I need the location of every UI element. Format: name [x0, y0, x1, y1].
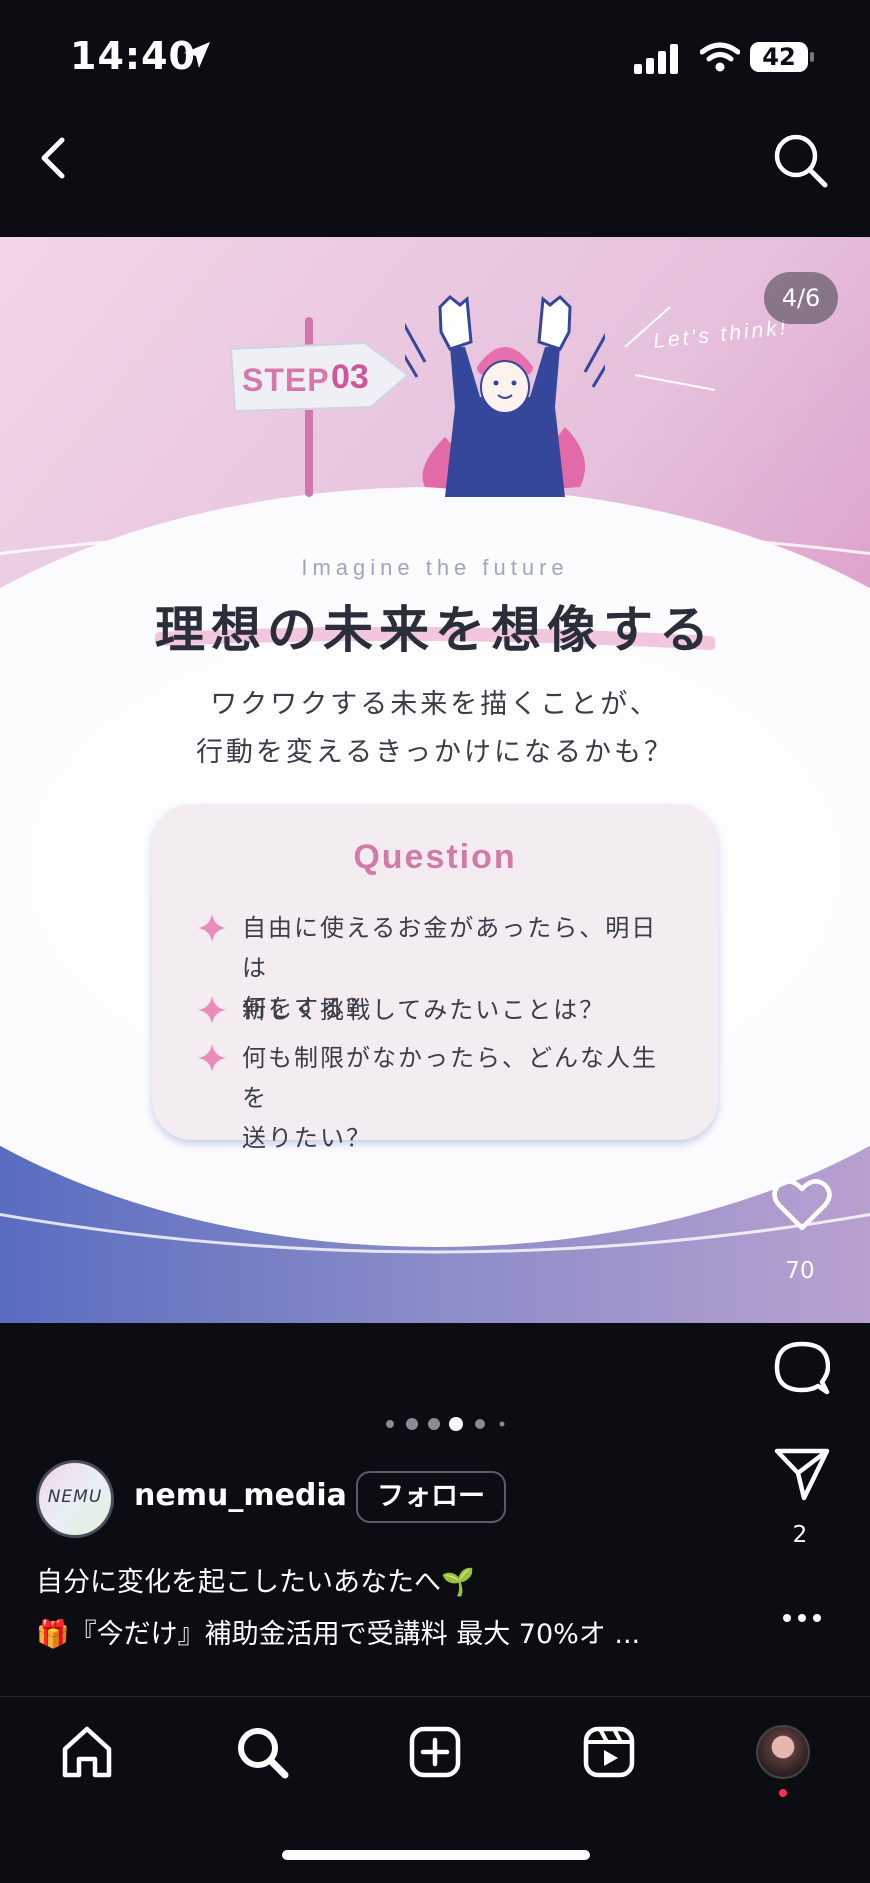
caption-line-1: 自分に変化を起こしたいあなたへ🌱: [36, 1567, 475, 1598]
plus-square-icon[interactable]: [408, 1725, 462, 1779]
avatar-logo-text: NEMU: [47, 1487, 103, 1507]
post-image[interactable]: STEP 03 Let's think! Imagine the future …: [0, 237, 870, 1323]
question-item-3-line-2: 送りたい？: [242, 1124, 372, 1152]
question-item-3-line-1: 何も制限がなかったら、どんな人生を: [242, 1044, 658, 1112]
username[interactable]: nemu_media: [134, 1478, 347, 1513]
follow-button[interactable]: フォロー: [356, 1471, 506, 1523]
notification-dot: [779, 1789, 787, 1797]
step-label: STEP: [242, 362, 330, 398]
battery-indicator: 42: [750, 42, 808, 72]
wifi-icon: [700, 42, 740, 72]
slide-subtitle-en: Imagine the future: [301, 555, 569, 580]
carousel-dot-active: [449, 1417, 463, 1431]
battery-tip: [810, 52, 814, 62]
question-title: Question: [353, 838, 517, 876]
heart-icon[interactable]: [772, 1178, 832, 1232]
status-time: 14:40: [70, 34, 196, 78]
question-item-3: 何も制限がなかったら、どんな人生を 送りたい？: [242, 1038, 682, 1158]
carousel-dot: [428, 1418, 440, 1430]
paper-plane-icon[interactable]: [774, 1446, 830, 1502]
carousel-dot: [475, 1419, 485, 1429]
more-icon[interactable]: [782, 1612, 822, 1624]
sparkle-icon: [198, 914, 226, 942]
search-icon[interactable]: [235, 1725, 289, 1779]
chevron-left-icon[interactable]: [30, 128, 80, 188]
sparkle-icon: [198, 1044, 226, 1072]
carousel-dots: [386, 1417, 505, 1431]
share-count: 2: [792, 1522, 808, 1548]
home-icon[interactable]: [60, 1725, 114, 1779]
question-item-2-line-1: 新しく挑戦してみたいことは？: [242, 996, 606, 1024]
like-count: 70: [785, 1258, 815, 1284]
cheering-person-illustration: [405, 294, 605, 497]
question-card: Question 自由に使えるお金があったら、明日は 何をする？ 新しく挑戦して…: [152, 804, 718, 1152]
comment-icon[interactable]: [774, 1340, 830, 1396]
step-signpost: [229, 317, 410, 497]
search-icon[interactable]: [770, 130, 830, 190]
carousel-dot: [406, 1418, 418, 1430]
caption-line-2[interactable]: 🎁『今だけ』補助金活用で受講料 最大 70%オ ...: [36, 1612, 640, 1651]
account-avatar[interactable]: NEMU: [36, 1460, 114, 1538]
step-number: 03: [331, 358, 369, 396]
location-arrow-icon: [184, 42, 210, 68]
home-indicator: [282, 1850, 590, 1860]
sparkle-icon: [198, 996, 226, 1024]
slide-title: 理想の未来を想像する: [155, 601, 715, 659]
profile-avatar[interactable]: [756, 1725, 810, 1779]
cellular-signal-icon: [634, 44, 678, 74]
slide-lead-line-2: 行動を変えるきっかけになるかも？: [195, 737, 675, 768]
slide-lead-line-1: ワクワクする未来を描くことが、: [210, 689, 660, 720]
question-item-2: 新しく挑戦してみたいことは？: [242, 990, 682, 1030]
carousel-dot: [499, 1421, 505, 1427]
reels-icon[interactable]: [582, 1725, 636, 1779]
carousel-dot: [386, 1420, 394, 1428]
page-indicator: 4/6: [764, 272, 838, 324]
question-item-1-line-1: 自由に使えるお金があったら、明日は: [242, 914, 658, 982]
